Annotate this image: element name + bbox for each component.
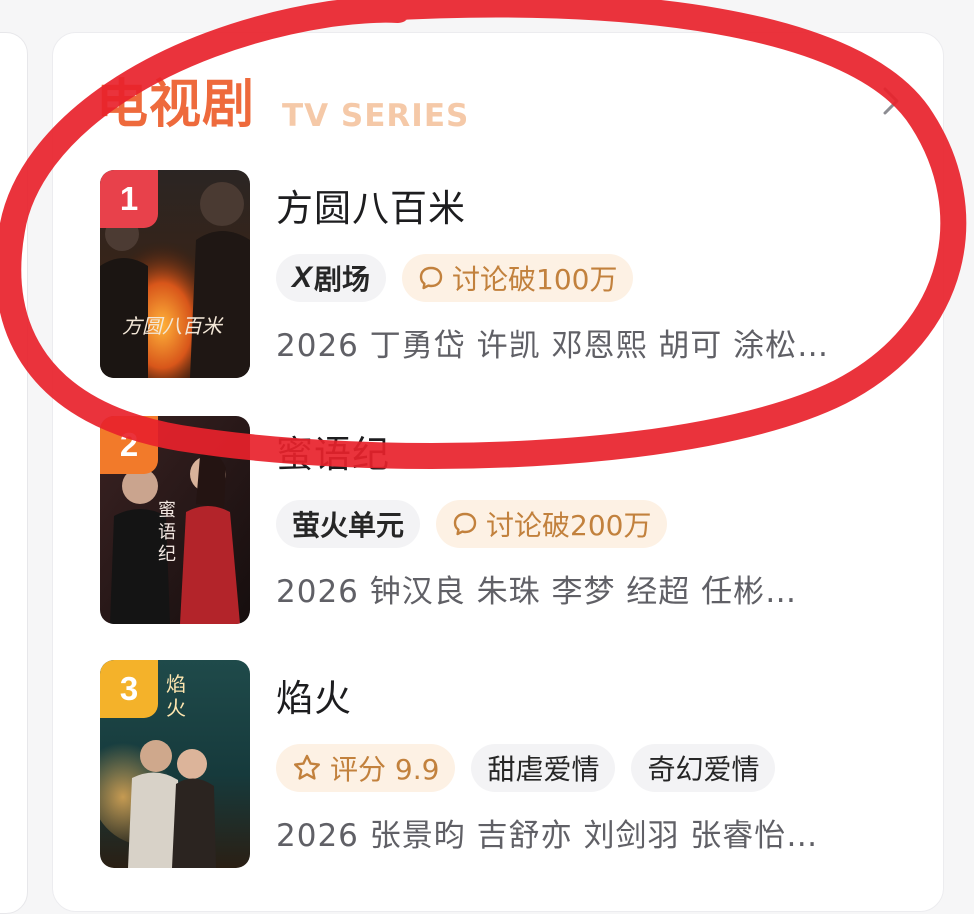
discussion-label: 讨论破100万 <box>452 263 618 296</box>
poster-title: 方圆八百米 <box>122 314 222 338</box>
discussion-tag[interactable]: 讨论破200万 <box>436 500 668 548</box>
platform-label: 萤火单元 <box>292 509 405 542</box>
poster[interactable]: 蜜语纪 2 <box>100 416 250 624</box>
platform-logo-mark: X <box>292 261 313 294</box>
adjacent-card[interactable] <box>0 32 28 914</box>
comment-icon <box>418 265 444 291</box>
chevron-right-icon <box>883 87 899 115</box>
rating-label: 评分 9.9 <box>330 753 440 786</box>
rank-badge: 3 <box>100 660 158 718</box>
poster-title: 蜜语纪 <box>158 500 176 565</box>
genre-tag[interactable]: 甜虐爱情 <box>471 744 616 792</box>
comment-icon <box>452 511 478 537</box>
list-item[interactable]: 蜜语纪 2 蜜语纪 萤火单元 讨论破200万 2026 钟汉良 朱珠 李梦 经超… <box>100 416 920 626</box>
tag-row: 萤火单元 讨论破200万 <box>276 500 668 548</box>
item-meta: 2026 钟汉良 朱珠 李梦 经超 任彬… <box>276 574 798 610</box>
discussion-tag[interactable]: 讨论破100万 <box>402 254 634 302</box>
rating-tag[interactable]: 评分 9.9 <box>276 744 456 792</box>
platform-tag[interactable]: X 剧场 <box>276 254 387 302</box>
tag-row: 评分 9.9 甜虐爱情 奇幻爱情 <box>276 744 776 792</box>
item-meta: 2026 张景昀 吉舒亦 刘剑羽 张睿怡… <box>276 818 819 854</box>
item-meta: 2026 丁勇岱 许凯 邓恩熙 胡可 涂松… <box>276 328 830 364</box>
rank-badge: 1 <box>100 170 158 228</box>
more-button[interactable] <box>874 84 908 118</box>
section-subtitle: TV SERIES <box>282 98 470 134</box>
star-icon <box>292 753 322 783</box>
item-title[interactable]: 焰火 <box>276 674 352 724</box>
item-title[interactable]: 蜜语纪 <box>276 430 390 480</box>
platform-tag[interactable]: 萤火单元 <box>276 500 421 548</box>
poster[interactable]: 焰火 3 <box>100 660 250 868</box>
list-item[interactable]: 焰火 3 焰火 评分 9.9 甜虐爱情 奇幻爱情 2026 张景昀 吉舒亦 刘剑… <box>100 660 920 870</box>
section-title: 电视剧 <box>96 75 256 135</box>
list-item[interactable]: 方圆八百米 1 方圆八百米 X 剧场 讨论破100万 2026 丁勇岱 许凯 邓… <box>100 170 920 380</box>
item-title[interactable]: 方圆八百米 <box>276 184 466 234</box>
tag-row: X 剧场 讨论破100万 <box>276 254 634 302</box>
discussion-label: 讨论破200万 <box>486 509 652 542</box>
platform-label: 剧场 <box>314 263 371 296</box>
rank-badge: 2 <box>100 416 158 474</box>
poster-title: 焰火 <box>166 672 186 720</box>
genre-tag[interactable]: 奇幻爱情 <box>631 744 776 792</box>
poster[interactable]: 方圆八百米 1 <box>100 170 250 378</box>
